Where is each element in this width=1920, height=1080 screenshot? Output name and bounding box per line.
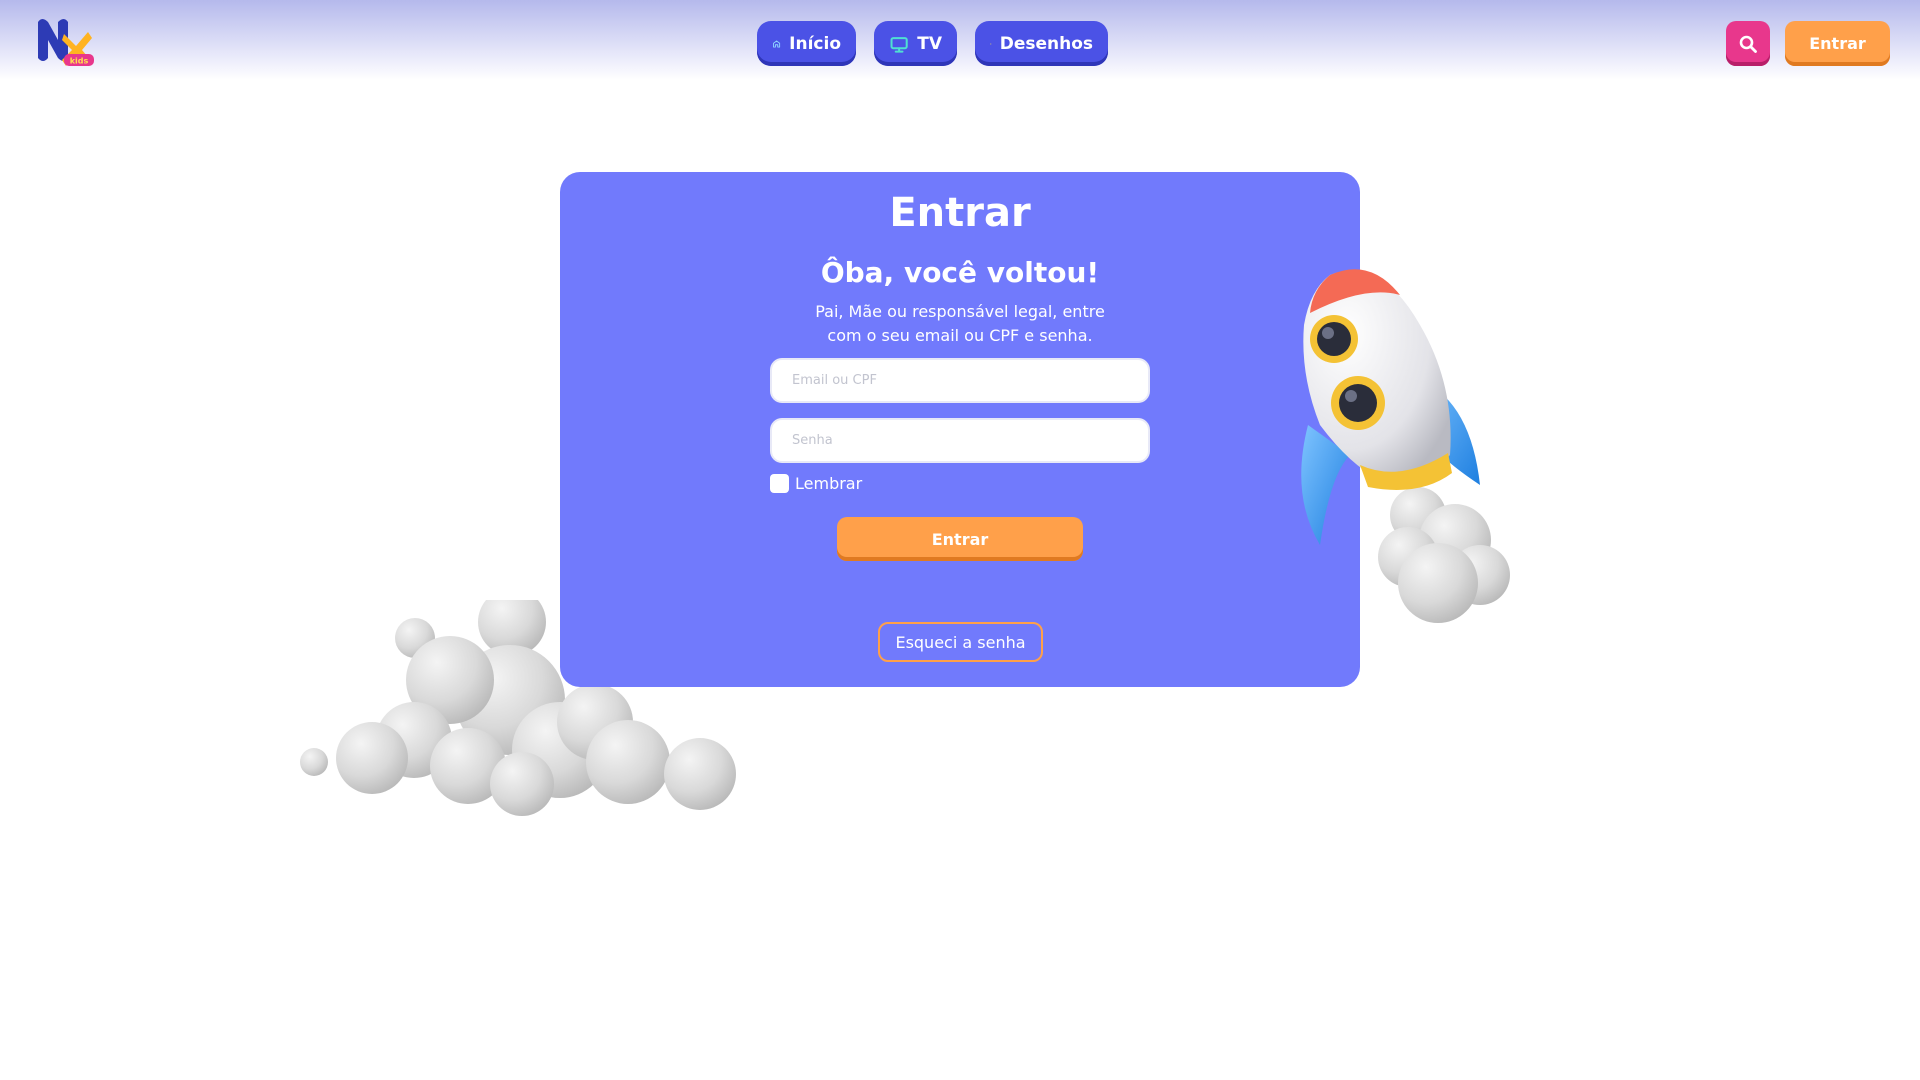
- top-header: kids Início TV Desenhos Entrar: [0, 0, 1920, 80]
- nav-inicio-button[interactable]: Início: [757, 21, 856, 66]
- rocket-illustration: [1301, 269, 1510, 623]
- login-submit-button[interactable]: Entrar: [837, 517, 1083, 561]
- remember-label: Lembrar: [795, 474, 863, 493]
- nav-tv-label: TV: [917, 33, 942, 54]
- nav-desenhos-label: Desenhos: [999, 33, 1093, 54]
- header-login-button[interactable]: Entrar: [1785, 21, 1890, 66]
- nav-desenhos-button[interactable]: Desenhos: [975, 21, 1108, 66]
- forgot-password-button[interactable]: Esqueci a senha: [878, 622, 1043, 662]
- search-button[interactable]: [1726, 21, 1770, 66]
- search-icon: [1739, 35, 1757, 53]
- login-description: Pai, Mãe ou responsável legal, entre com…: [815, 302, 1105, 345]
- tv-icon: [890, 36, 908, 53]
- remember-checkbox[interactable]: [770, 474, 789, 493]
- home-icon: [773, 39, 781, 48]
- nx-kids-logo[interactable]: kids: [34, 16, 96, 70]
- sparkle-icon: [990, 42, 992, 45]
- password-field[interactable]: [770, 418, 1150, 463]
- login-subtitle: Ôba, você voltou!: [820, 256, 1100, 289]
- nav-tv-button[interactable]: TV: [874, 21, 957, 66]
- svg-text:kids: kids: [70, 57, 89, 66]
- nav-inicio-label: Início: [789, 33, 841, 54]
- login-title: Entrar: [889, 190, 1031, 236]
- remember-row: Lembrar: [770, 474, 862, 493]
- email-field[interactable]: [770, 358, 1150, 403]
